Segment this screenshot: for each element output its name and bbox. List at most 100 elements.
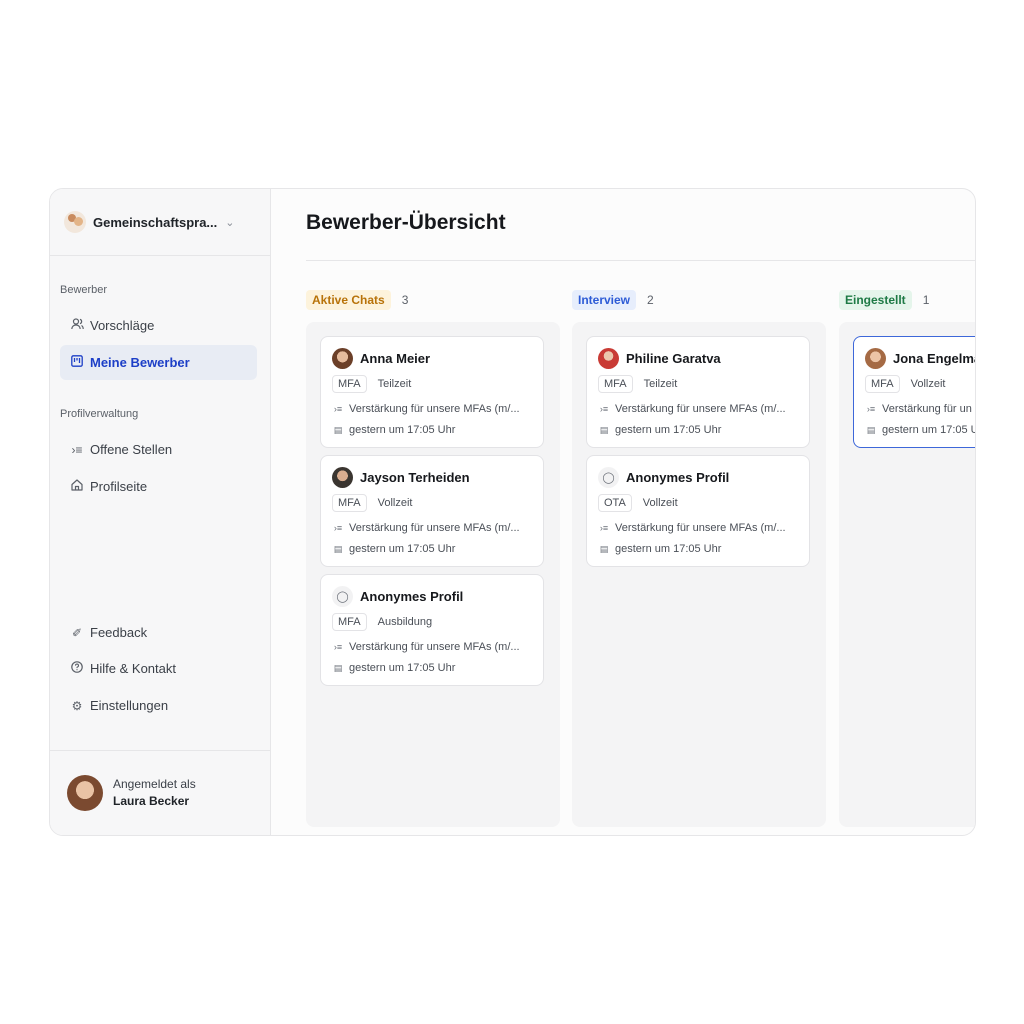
signed-in-label: Angemeldet als <box>113 777 196 791</box>
column-label: Eingestellt <box>839 290 912 310</box>
timestamp: gestern um 17:05 Uhr <box>349 662 456 674</box>
help-icon <box>68 661 86 676</box>
sidebar-item-label: Profilseite <box>90 479 148 494</box>
applicant-name: Jayson Terheiden <box>360 470 470 485</box>
sidebar-item-hilfe[interactable]: Hilfe & Kontakt <box>60 651 257 686</box>
job-title: Verstärkung für unsere MFAs (m/... <box>349 522 520 534</box>
chat-icon: ▤ <box>599 424 609 435</box>
user-icon: ◯ <box>332 586 353 607</box>
column-body: Philine Garatva MFA Teilzeit ›≡ Verstärkun… <box>572 322 826 827</box>
list-icon: ›≡ <box>333 404 343 414</box>
applicant-name: Anonymes Profil <box>626 470 730 485</box>
role-tag: MFA <box>332 494 367 512</box>
column-label: Aktive Chats <box>306 290 391 310</box>
chat-icon: ▤ <box>333 662 343 673</box>
timestamp: gestern um 17:05 Uhr <box>349 543 456 555</box>
applicant-card[interactable]: ◯ Anonymes Profil OTA Vollzeit ›≡ Verstärku… <box>586 455 810 567</box>
type-tag: Teilzeit <box>371 375 418 393</box>
job-title: Verstärkung für unsere MFAs (m/... <box>349 641 520 653</box>
user-icon: ◯ <box>598 467 619 488</box>
job-title: Verstärkung für unsere MFAs (m/... <box>615 522 786 534</box>
chat-icon: ▤ <box>866 424 876 435</box>
column-body: Jona Engelmar MFAVollzeit ›≡ Verstärkung … <box>839 322 976 827</box>
timestamp: gestern um 17:05 Uhr <box>349 424 456 436</box>
sidebar-item-label: Hilfe & Kontakt <box>90 661 176 676</box>
type-tag: Ausbildung <box>371 613 439 631</box>
avatar <box>332 348 353 369</box>
avatar <box>67 775 103 811</box>
type-tag: Teilzeit <box>637 375 684 393</box>
sidebar-item-offene-stellen[interactable]: ›≡ Offene Stellen <box>60 432 257 467</box>
org-logo <box>64 211 86 233</box>
avatar <box>332 467 353 488</box>
column-body: Anna Meier MFA Teilzeit ›≡ Verstärkung für… <box>306 322 560 827</box>
kanban-icon <box>68 355 86 370</box>
section-label-bewerber: Bewerber <box>60 284 108 296</box>
list-icon: ›≡ <box>599 523 609 533</box>
user-profile[interactable]: Angemeldet als Laura Becker <box>50 750 270 835</box>
applicant-card[interactable]: ◯ Anonymes Profil MFA Ausbildung ›≡ Verstär… <box>320 574 544 686</box>
list-icon: ›≡ <box>866 404 876 414</box>
chevron-down-icon: ⌄ <box>225 216 235 229</box>
type-tag: Vollzeit <box>636 494 684 512</box>
users-icon <box>68 318 86 333</box>
app-window: Gemeinschaftspra... ⌄ Bewerber Vorschläg… <box>49 188 976 836</box>
role-tag: OTA <box>598 494 632 512</box>
applicant-name: Jona Engelmar <box>893 351 975 366</box>
sidebar-item-label: Offene Stellen <box>90 442 173 457</box>
sidebar-item-label: Feedback <box>90 625 148 640</box>
main-content: Bewerber-Übersicht Aktive Chats 3 Anna M… <box>271 189 975 835</box>
applicant-card[interactable]: Jona Engelmar MFAVollzeit ›≡ Verstärkung … <box>853 336 976 448</box>
type-tag: Vollzeit <box>371 494 419 512</box>
role-tag: MFA <box>598 375 633 393</box>
chat-icon: ▤ <box>333 424 343 435</box>
org-switcher[interactable]: Gemeinschaftspra... ⌄ <box>50 189 270 256</box>
avatar <box>865 348 886 369</box>
column-label: Interview <box>572 290 637 310</box>
timestamp: gestern um 17:05 Uhr <box>615 424 722 436</box>
user-name: Laura Becker <box>113 794 190 808</box>
column-interview: Interview 2 Philine Garatva MFA Teilzeit … <box>572 289 826 827</box>
role-tag: MFA <box>332 613 367 631</box>
timestamp: gestern um 17:05 Uhr <box>615 543 722 555</box>
applicant-card[interactable]: Jayson Terheiden MFA Vollzeit ›≡ Verstärku… <box>320 455 544 567</box>
home-icon <box>68 479 86 494</box>
job-title: Verstärkung für un <box>882 403 972 415</box>
gear-icon: ⚙ <box>71 698 83 713</box>
chat-icon: ▤ <box>599 543 609 554</box>
avatar <box>598 348 619 369</box>
applicant-card[interactable]: Philine Garatva MFA Teilzeit ›≡ Verstärkun… <box>586 336 810 448</box>
applicant-name: Anonymes Profil <box>360 589 464 604</box>
job-title: Verstärkung für unsere MFAs (m/... <box>615 403 786 415</box>
sidebar-item-label: Meine Bewerber <box>90 355 190 370</box>
section-label-profil: Profilverwaltung <box>60 408 139 420</box>
applicant-card[interactable]: Anna Meier MFA Teilzeit ›≡ Verstärkung für… <box>320 336 544 448</box>
sidebar: Gemeinschaftspra... ⌄ Bewerber Vorschläg… <box>50 189 271 835</box>
job-title: Verstärkung für unsere MFAs (m/... <box>349 403 520 415</box>
list-icon: ›≡ <box>333 642 343 652</box>
sidebar-item-meine-bewerber[interactable]: Meine Bewerber <box>60 345 257 380</box>
page-title: Bewerber-Übersicht <box>306 211 506 234</box>
column-count: 3 <box>401 293 409 307</box>
column-aktive-chats: Aktive Chats 3 Anna Meier MFA Teilzeit ›≡… <box>306 289 560 827</box>
org-name: Gemeinschaftspra... <box>93 214 218 230</box>
list-icon: ›≡ <box>71 442 83 457</box>
column-count: 1 <box>922 293 930 307</box>
sidebar-item-einstellungen[interactable]: ⚙ Einstellungen <box>60 688 257 723</box>
type-tag: Vollzeit <box>904 375 952 393</box>
sidebar-item-profilseite[interactable]: Profilseite <box>60 469 257 504</box>
role-tag: MFA <box>865 375 900 393</box>
list-icon: ›≡ <box>333 523 343 533</box>
divider <box>306 260 975 261</box>
applicant-name: Anna Meier <box>360 351 431 366</box>
sidebar-item-label: Vorschläge <box>90 318 155 333</box>
feedback-icon: ✐ <box>71 625 83 640</box>
sidebar-item-vorschlaege[interactable]: Vorschläge <box>60 308 257 343</box>
applicant-name: Philine Garatva <box>626 351 721 366</box>
column-eingestellt: Eingestellt 1 Jona Engelmar MFAVollzeit … <box>839 289 975 827</box>
list-icon: ›≡ <box>599 404 609 414</box>
timestamp: gestern um 17:05 U <box>882 424 976 436</box>
sidebar-item-feedback[interactable]: ✐ Feedback <box>60 615 257 650</box>
role-tag: MFA <box>332 375 367 393</box>
column-count: 2 <box>647 293 654 307</box>
